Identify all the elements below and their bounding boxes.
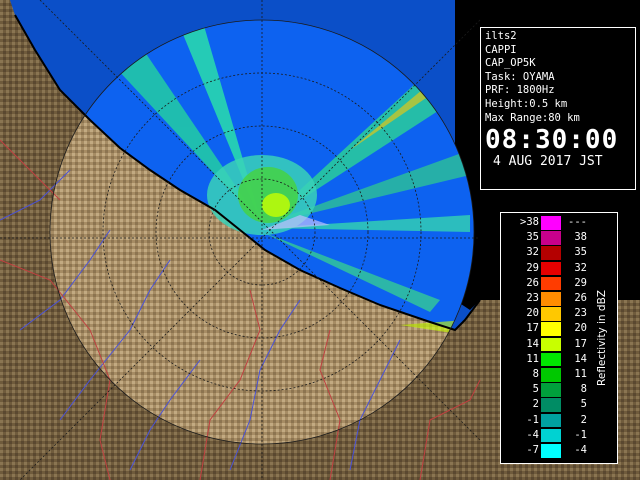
legend-lower-bound: -7 xyxy=(526,444,539,456)
legend-lower-bound: -4 xyxy=(526,428,539,441)
legend-upper-bound: 23 xyxy=(574,307,587,320)
legend-upper-bound: 2 xyxy=(580,413,587,426)
legend-upper-bound: 20 xyxy=(574,322,587,335)
legend-color-swatch xyxy=(541,292,561,306)
max-range: Max Range:80 km xyxy=(485,111,580,124)
legend-row: -7 -4 xyxy=(501,444,617,458)
legend-upper-bound: 11 xyxy=(574,368,587,380)
legend-lower-bound: 2 xyxy=(532,398,539,411)
legend-lower-bound: 26 xyxy=(526,276,539,289)
legend-lower-bound: 11 xyxy=(526,352,539,365)
legend-lower-bound: 23 xyxy=(526,292,539,304)
legend-color-swatch xyxy=(541,216,561,230)
legend-lower-bound: 35 xyxy=(526,231,539,244)
radar-name: ilts2 xyxy=(485,30,517,42)
legend-color-swatch xyxy=(541,322,561,336)
radar-info-panel: ilts2 CAPPI CAP_OP5K Task: OYAMA PRF: 18… xyxy=(480,27,636,190)
legend-upper-bound: 26 xyxy=(574,292,587,304)
legend-upper-bound: 5 xyxy=(580,398,587,411)
legend-color-swatch xyxy=(541,276,561,291)
reflectivity-legend: >38 --- 35 38 32 35 29 32 26 29 23 26 20 23 17 20 14 17 11… xyxy=(500,212,618,464)
legend-upper-bound: 38 xyxy=(574,231,587,244)
legend-lower-bound: -1 xyxy=(526,413,539,426)
prf-value: PRF: 1800Hz xyxy=(485,84,555,97)
legend-upper-bound: 32 xyxy=(574,261,587,274)
legend-upper-bound: --- xyxy=(568,216,587,228)
observation-date: 4 AUG 2017 JST xyxy=(493,154,603,170)
legend-upper-bound: 8 xyxy=(580,383,587,396)
legend-lower-bound: 17 xyxy=(526,322,539,335)
legend-title-text: Reflectivity in dBZ xyxy=(596,290,608,386)
legend-lower-bound: 14 xyxy=(526,337,539,350)
legend-color-swatch xyxy=(541,246,561,260)
legend-upper-bound: -1 xyxy=(574,428,587,441)
legend-upper-bound: 29 xyxy=(574,276,587,289)
legend-color-swatch xyxy=(541,383,561,397)
legend-color-swatch xyxy=(541,398,561,412)
task-name: Task: OYAMA xyxy=(485,70,555,83)
legend-upper-bound: -4 xyxy=(574,444,587,456)
product-type: CAPPI xyxy=(485,43,517,56)
legend-color-swatch xyxy=(541,231,561,245)
legend-color-swatch xyxy=(541,428,561,443)
legend-color-swatch xyxy=(541,261,561,276)
legend-color-swatch xyxy=(541,368,561,382)
legend-color-swatch xyxy=(541,413,561,428)
legend-lower-bound: 32 xyxy=(526,246,539,259)
legend-color-swatch xyxy=(541,307,561,321)
legend-lower-bound: 29 xyxy=(526,261,539,274)
height-value: Height:0.5 km xyxy=(485,97,568,110)
legend-color-swatch xyxy=(541,337,561,352)
legend-upper-bound: 35 xyxy=(574,246,587,259)
product-code: CAP_OP5K xyxy=(485,57,536,70)
legend-color-swatch xyxy=(541,352,561,367)
legend-lower-bound: 5 xyxy=(532,383,539,396)
legend-lower-bound: 8 xyxy=(532,368,539,380)
legend-title: Reflectivity in dBZ xyxy=(589,243,615,433)
legend-lower-bound: 20 xyxy=(526,307,539,320)
legend-lower-bound: >38 xyxy=(520,216,539,228)
legend-upper-bound: 14 xyxy=(574,352,587,365)
observation-time: 08:30:00 xyxy=(485,125,619,156)
legend-row: >38 --- xyxy=(501,216,617,230)
legend-upper-bound: 17 xyxy=(574,337,587,350)
legend-color-swatch xyxy=(541,444,561,458)
